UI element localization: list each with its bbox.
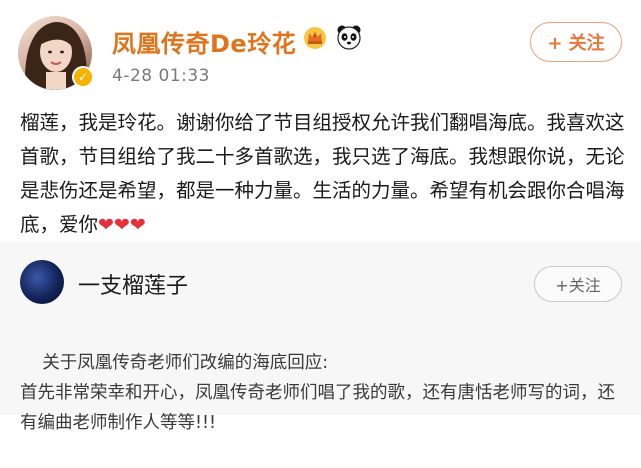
verified-check-icon: ✓ (72, 66, 94, 88)
heart-emoji-icon: ❤❤❤ (98, 214, 146, 236)
post-text: 关于凤凰传奇老师们改编的海底回应: 首先非常荣幸和开心，凤凰传奇老师们唱了我的歌… (20, 353, 615, 433)
panda-badge-icon[interactable] (336, 24, 362, 50)
avatar[interactable] (20, 260, 64, 304)
username[interactable]: 凤凰传奇De玲花 (112, 24, 296, 59)
badge-group (302, 24, 362, 50)
crown-badge-icon[interactable] (302, 24, 328, 50)
follow-button[interactable]: +关注 (534, 266, 622, 302)
username[interactable]: 一支榴莲子 (78, 268, 188, 300)
post-content: 关于凤凰传奇老师们改编的海底回应: 首先非常荣幸和开心，凤凰传奇老师们唱了我的歌… (20, 318, 630, 468)
repost-section: 一支榴莲子 +关注 关于凤凰传奇老师们改编的海底回应: 首先非常荣幸和开心，凤凰… (0, 242, 641, 433)
post-content: 榴莲，我是玲花。谢谢你给了节目组授权允许我们翻唱海底。我喜欢这首歌，节目组给了我… (20, 106, 628, 242)
follow-button[interactable]: + 关注 (530, 22, 622, 62)
post-timestamp: 4-28 01:33 (112, 66, 210, 86)
weibo-post: ✓ 凤凰传奇De玲花 4-28 01:33 + 关注 榴莲，我是玲花。谢谢你给了… (0, 0, 641, 242)
